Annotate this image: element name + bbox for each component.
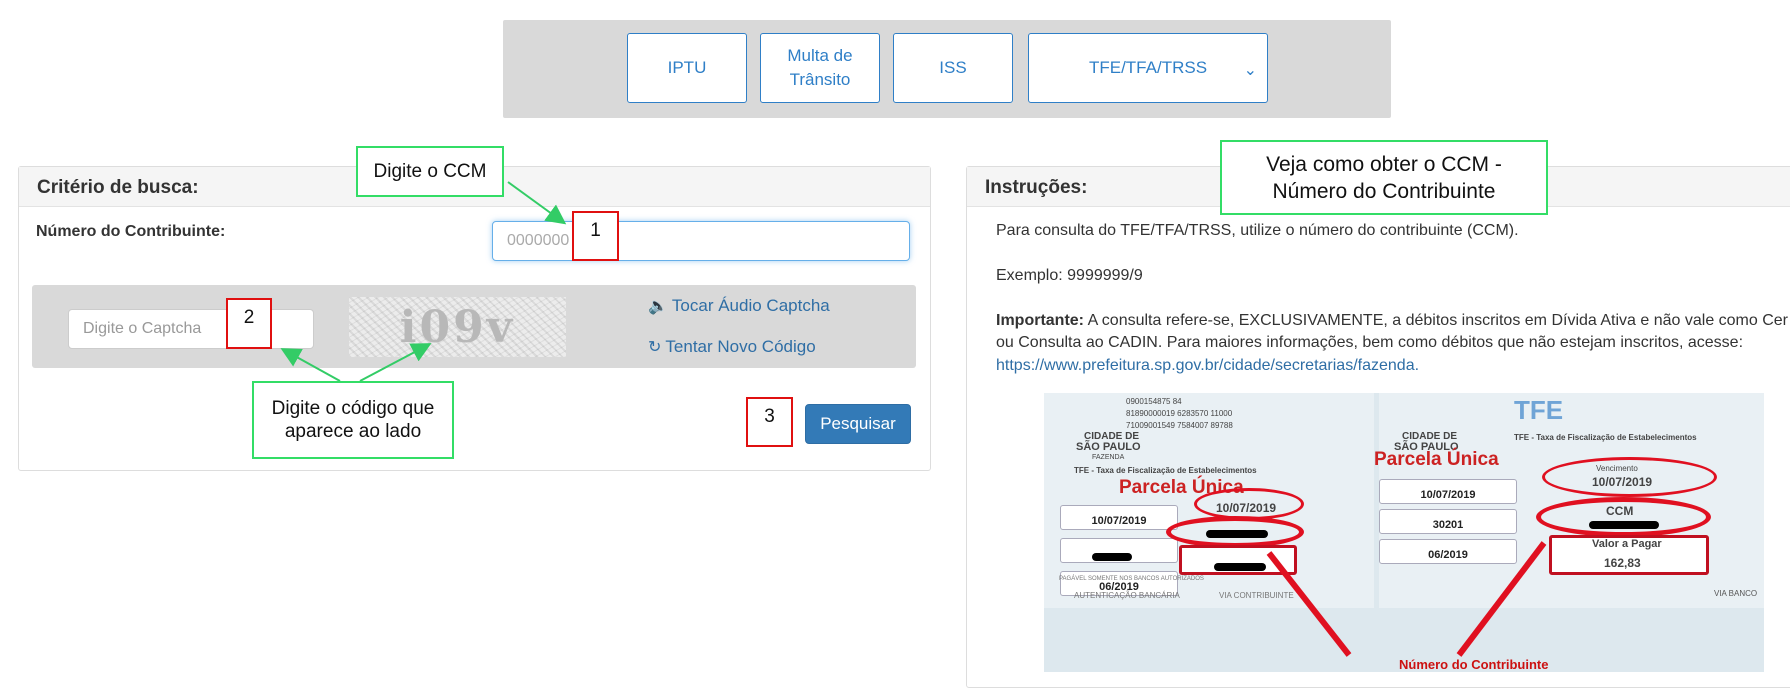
captcha-image: i09v xyxy=(349,297,566,357)
new-code-link[interactable]: ↻ Tentar Novo Código xyxy=(648,337,816,357)
ccm-pointer-lines xyxy=(1266,541,1547,657)
chevron-down-icon: ⌄ xyxy=(1243,62,1257,79)
tab-label: TFE/TFA/TRSS xyxy=(1088,58,1208,77)
note-enter-ccm: Digite o CCM xyxy=(356,146,504,197)
captcha-text: i09v xyxy=(399,301,516,353)
audio-captcha-label: Tocar Áudio Captcha xyxy=(671,296,830,315)
contributor-number-label: Número do Contribuinte: xyxy=(36,223,226,240)
red-pointer-right xyxy=(1456,541,1547,657)
instructions-paragraph-1: Para consulta do TFE/TFA/TRSS, utilize o… xyxy=(996,222,1519,239)
ccm-input[interactable] xyxy=(492,221,910,261)
tab-iss[interactable]: ISS xyxy=(893,33,1013,103)
tab-label: IPTU xyxy=(667,58,707,77)
tab-label-line2: Trânsito xyxy=(789,70,851,89)
service-tab-bar: IPTU Multa de Trânsito ISS TFE/TFA/TRSS … xyxy=(503,20,1391,118)
instructions-link-row: https://www.prefeitura.sp.gov.br/cidade/… xyxy=(996,355,1419,377)
note-captcha-line1: Digite o código que xyxy=(271,398,435,419)
instructions-important: Importante: A consulta refere-se, EXCLUS… xyxy=(996,310,1788,332)
tab-iptu[interactable]: IPTU xyxy=(627,33,747,103)
tab-multa-transito[interactable]: Multa de Trânsito xyxy=(760,33,880,103)
step-2-marker: 2 xyxy=(226,298,272,349)
note-how-to-line2: Número do Contribuinte xyxy=(1272,179,1496,203)
note-enter-captcha: Digite o código que aparece ao lado xyxy=(252,381,454,459)
speaker-icon: 🔈 xyxy=(648,298,668,315)
note-how-to-get-ccm: Veja como obter o CCM - Número do Contri… xyxy=(1220,140,1548,215)
tfe-slip-example-image: CIDADE DE SÃO PAULO FAZENDA 0900154875 8… xyxy=(1044,393,1764,672)
audio-captcha-link[interactable]: 🔈 Tocar Áudio Captcha xyxy=(648,296,830,316)
slip-contrib-caption: Número do Contribuinte xyxy=(1399,657,1549,672)
step-1-marker: 1 xyxy=(572,211,619,261)
captcha-input[interactable] xyxy=(68,309,314,349)
note-how-to-line1: Veja como obter o CCM - xyxy=(1266,152,1502,176)
note-captcha-line2: aparece ao lado xyxy=(284,421,422,442)
instructions-important-line-2: ou Consulta ao CADIN. Para maiores infor… xyxy=(996,334,1744,351)
instructions-example: Exemplo: 9999999/9 xyxy=(996,267,1143,284)
step-3-marker: 3 xyxy=(746,397,793,447)
search-button[interactable]: Pesquisar xyxy=(805,404,911,444)
red-pointer-left xyxy=(1266,551,1352,657)
important-label: Importante: xyxy=(996,312,1084,329)
fazenda-link[interactable]: https://www.prefeitura.sp.gov.br/cidade/… xyxy=(996,357,1419,374)
new-code-label: Tentar Novo Código xyxy=(665,337,816,356)
important-line-1: A consulta refere-se, EXCLUSIVAMENTE, a … xyxy=(1084,312,1789,329)
tab-label: ISS xyxy=(939,58,967,77)
tab-label-line1: Multa de xyxy=(787,46,853,65)
refresh-icon: ↻ xyxy=(648,339,662,356)
tab-tfe-tfa-trss[interactable]: TFE/TFA/TRSS ⌄ xyxy=(1028,33,1268,103)
